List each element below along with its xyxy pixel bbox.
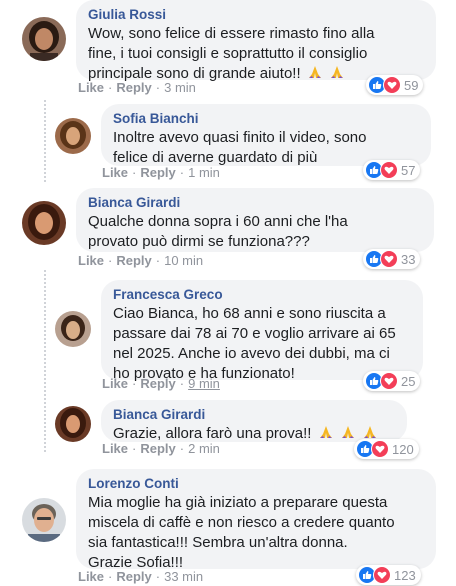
comment-line: fine, i tuoi consigli e soprattutto il c… bbox=[88, 45, 368, 62]
reply-button[interactable]: Reply bbox=[140, 376, 175, 391]
love-icon bbox=[380, 372, 398, 390]
love-icon bbox=[371, 440, 389, 458]
avatar[interactable] bbox=[55, 311, 91, 347]
comment-actions: Like · Reply · 1 min bbox=[102, 165, 220, 180]
timestamp[interactable]: 10 min bbox=[164, 253, 203, 268]
reaction-count: 120 bbox=[392, 441, 414, 457]
like-button[interactable]: Like bbox=[78, 569, 104, 584]
avatar[interactable] bbox=[55, 118, 91, 154]
comment-text: Mia moglie ha già iniziato a preparare q… bbox=[88, 493, 424, 573]
timestamp[interactable]: 9 min bbox=[188, 376, 220, 391]
love-icon bbox=[383, 76, 401, 94]
comment-actions: Like · Reply · 3 min bbox=[78, 80, 196, 95]
commenter-name[interactable]: Giulia Rossi bbox=[88, 6, 424, 24]
praying-hands-emoji-icon bbox=[331, 66, 343, 78]
timestamp[interactable]: 3 min bbox=[164, 80, 196, 95]
timestamp[interactable]: 2 min bbox=[188, 441, 220, 456]
reply-button[interactable]: Reply bbox=[116, 253, 151, 268]
love-icon bbox=[380, 250, 398, 268]
reply-button[interactable]: Reply bbox=[140, 165, 175, 180]
comment-bubble: Bianca Girardi Qualche donna sopra i 60 … bbox=[76, 188, 434, 252]
avatar[interactable] bbox=[55, 406, 91, 442]
comment-actions: Like · Reply · 33 min bbox=[78, 569, 204, 584]
avatar[interactable] bbox=[22, 498, 66, 542]
reaction-summary[interactable]: 33 bbox=[363, 249, 421, 269]
avatar-image bbox=[55, 406, 91, 442]
comment-actions: Like · Reply · 2 min bbox=[102, 441, 220, 456]
reply-button[interactable]: Reply bbox=[140, 441, 175, 456]
avatar-image bbox=[55, 311, 91, 347]
like-button[interactable]: Like bbox=[102, 165, 128, 180]
avatar-image bbox=[22, 201, 66, 245]
avatar-image bbox=[55, 118, 91, 154]
reaction-summary[interactable]: 59 bbox=[366, 75, 424, 95]
reaction-count: 25 bbox=[401, 373, 416, 389]
commenter-name[interactable]: Lorenzo Conti bbox=[88, 475, 424, 493]
comment-line: Inoltre avevo quasi finito il video, son… bbox=[113, 129, 367, 146]
like-button[interactable]: Like bbox=[78, 253, 104, 268]
thread-line bbox=[44, 100, 46, 182]
comment-line: Ciao Bianca, ho 68 anni e sono riuscita … bbox=[113, 305, 386, 322]
praying-hands-emoji-icon bbox=[363, 426, 376, 438]
reaction-count: 57 bbox=[401, 162, 416, 178]
commenter-name[interactable]: Bianca Girardi bbox=[88, 194, 422, 212]
reaction-count: 123 bbox=[394, 567, 416, 583]
commenter-name[interactable]: Francesca Greco bbox=[113, 286, 411, 304]
praying-hands-emoji-icon bbox=[319, 426, 332, 438]
timestamp[interactable]: 1 min bbox=[188, 165, 220, 180]
reaction-summary[interactable]: 123 bbox=[356, 565, 421, 585]
commenter-name[interactable]: Bianca Girardi bbox=[113, 406, 395, 424]
comment-text: Qualche donna sopra i 60 anni che l'ha p… bbox=[88, 212, 422, 252]
comment-line: Qualche donna sopra i 60 anni che l'ha bbox=[88, 213, 348, 230]
comment-bubble: Giulia Rossi Wow, sono felice di essere … bbox=[76, 0, 436, 82]
comment-bubble: Lorenzo Conti Mia moglie ha già iniziato… bbox=[76, 469, 436, 571]
comment-line: miscela di caffè e non riesco a credere … bbox=[88, 514, 395, 531]
comment-line: passare dai 78 ai 70 e voglio arrivare a… bbox=[113, 325, 396, 342]
reaction-summary[interactable]: 57 bbox=[363, 160, 421, 180]
avatar[interactable] bbox=[22, 17, 66, 61]
avatar-image bbox=[22, 498, 66, 542]
comment-actions: Like · Reply · 10 min bbox=[78, 253, 204, 268]
love-icon bbox=[380, 161, 398, 179]
reaction-count: 33 bbox=[401, 251, 416, 267]
reaction-count: 59 bbox=[404, 77, 419, 93]
avatar[interactable] bbox=[22, 201, 66, 245]
comment-bubble: Francesca Greco Ciao Bianca, ho 68 anni … bbox=[101, 280, 423, 382]
like-button[interactable]: Like bbox=[102, 441, 128, 456]
comment-line: Wow, sono felice di essere rimasto fino … bbox=[88, 25, 375, 42]
reply-button[interactable]: Reply bbox=[116, 569, 151, 584]
praying-hands-emoji-icon bbox=[341, 426, 354, 438]
comment-line: nel 2025. Anche io avevo dei dubbi, ma c… bbox=[113, 345, 390, 362]
avatar-image bbox=[22, 17, 66, 61]
like-button[interactable]: Like bbox=[78, 80, 104, 95]
commenter-name[interactable]: Sofia Bianchi bbox=[113, 110, 419, 128]
comment-bubble: Bianca Girardi Grazie, allora farò una p… bbox=[101, 400, 407, 442]
comment-line: Mia moglie ha già iniziato a preparare q… bbox=[88, 494, 388, 511]
comment-bubble: Sofia Bianchi Inoltre avevo quasi finito… bbox=[101, 104, 431, 166]
comment-actions: Like · Reply · 9 min bbox=[102, 376, 220, 391]
reply-button[interactable]: Reply bbox=[116, 80, 151, 95]
praying-hands-emoji-icon bbox=[308, 66, 321, 78]
love-icon bbox=[373, 566, 391, 584]
like-button[interactable]: Like bbox=[102, 376, 128, 391]
thread-line bbox=[44, 270, 46, 452]
timestamp[interactable]: 33 min bbox=[164, 569, 203, 584]
reaction-summary[interactable]: 120 bbox=[354, 439, 419, 459]
reaction-summary[interactable]: 25 bbox=[363, 371, 421, 391]
comment-line: sia fantastica!!! Sembra un'altra donna. bbox=[88, 534, 348, 551]
